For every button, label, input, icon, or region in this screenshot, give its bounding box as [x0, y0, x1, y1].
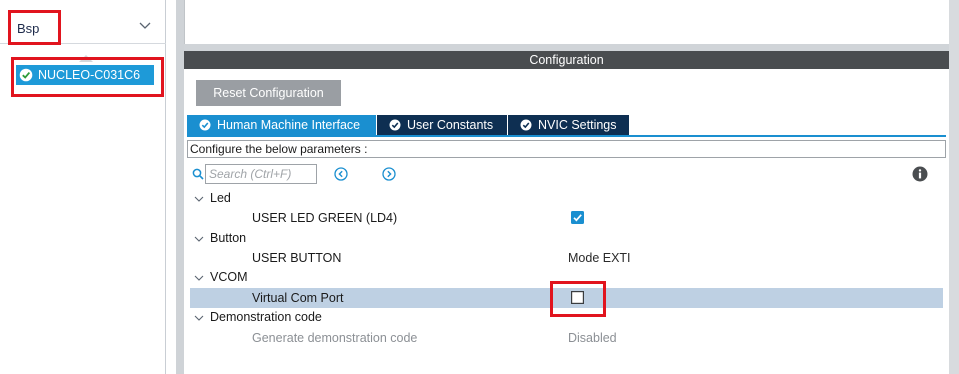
tab-user-constants[interactable]: User Constants [377, 115, 507, 135]
tab-label: User Constants [407, 118, 494, 132]
tree-group-demonstration-code[interactable]: Demonstration code [190, 308, 943, 328]
group-label: VCOM [210, 270, 248, 284]
chevron-down-icon[interactable] [194, 313, 204, 323]
board-item-label: NUCLEO-C031C6 [38, 68, 141, 82]
checkbox-unchecked[interactable] [571, 291, 584, 304]
board-item-nucleo[interactable]: NUCLEO-C031C6 [16, 65, 154, 85]
configuration-header: Configuration [184, 51, 949, 69]
chevron-down-icon[interactable] [138, 19, 152, 33]
tree-param-virtual-com-port[interactable]: Virtual Com Port [190, 288, 943, 308]
parameters-caption: Configure the below parameters : [187, 140, 946, 158]
category-header-bsp[interactable]: Bsp [0, 10, 166, 44]
param-value: Mode EXTI [568, 251, 631, 265]
group-label: Led [210, 191, 231, 205]
check-circle-icon [520, 119, 532, 131]
upper-pane [184, 0, 950, 44]
check-circle-icon [199, 119, 211, 131]
param-value: Disabled [568, 331, 617, 345]
left-panel: Bsp NUCLEO-C031C6 [0, 0, 166, 374]
group-label: Button [210, 231, 247, 245]
tree-param-user-button[interactable]: USER BUTTON Mode EXTI [190, 248, 943, 268]
chevron-down-icon[interactable] [194, 194, 204, 204]
category-label: Bsp [17, 21, 40, 36]
info-icon[interactable] [912, 166, 928, 182]
param-label: USER LED GREEN (LD4) [252, 211, 398, 225]
tree-group-vcom[interactable]: VCOM [190, 268, 943, 288]
search-previous-icon[interactable] [334, 167, 348, 181]
param-label: USER BUTTON [252, 251, 342, 265]
search-next-icon[interactable] [382, 167, 396, 181]
tree-group-led[interactable]: Led [190, 189, 943, 209]
tree-param-user-led[interactable]: USER LED GREEN (LD4) [190, 208, 943, 228]
tab-human-machine-interface[interactable]: Human Machine Interface [187, 115, 376, 135]
tree-param-generate-demonstration-code[interactable]: Generate demonstration code Disabled [190, 328, 943, 348]
check-circle-icon [19, 68, 33, 82]
group-label: Demonstration code [210, 310, 322, 324]
tab-label: NVIC Settings [538, 118, 617, 132]
tab-nvic-settings[interactable]: NVIC Settings [508, 115, 629, 135]
tab-label: Human Machine Interface [217, 118, 361, 132]
selection-pointer [79, 55, 93, 62]
checkbox-checked[interactable] [571, 211, 584, 224]
tree-group-button[interactable]: Button [190, 229, 943, 249]
search-icon [192, 168, 204, 180]
param-label: Virtual Com Port [252, 291, 344, 305]
chevron-down-icon[interactable] [194, 234, 204, 244]
reset-configuration-button[interactable]: Reset Configuration [196, 80, 341, 106]
pane-divider[interactable] [184, 44, 959, 51]
search-input[interactable] [205, 164, 317, 184]
splitter-handle[interactable] [176, 0, 184, 374]
param-label: Generate demonstration code [252, 331, 418, 345]
vertical-scrollbar[interactable] [949, 0, 959, 374]
chevron-down-icon[interactable] [194, 273, 204, 283]
check-circle-icon [389, 119, 401, 131]
tab-underline [187, 135, 946, 137]
